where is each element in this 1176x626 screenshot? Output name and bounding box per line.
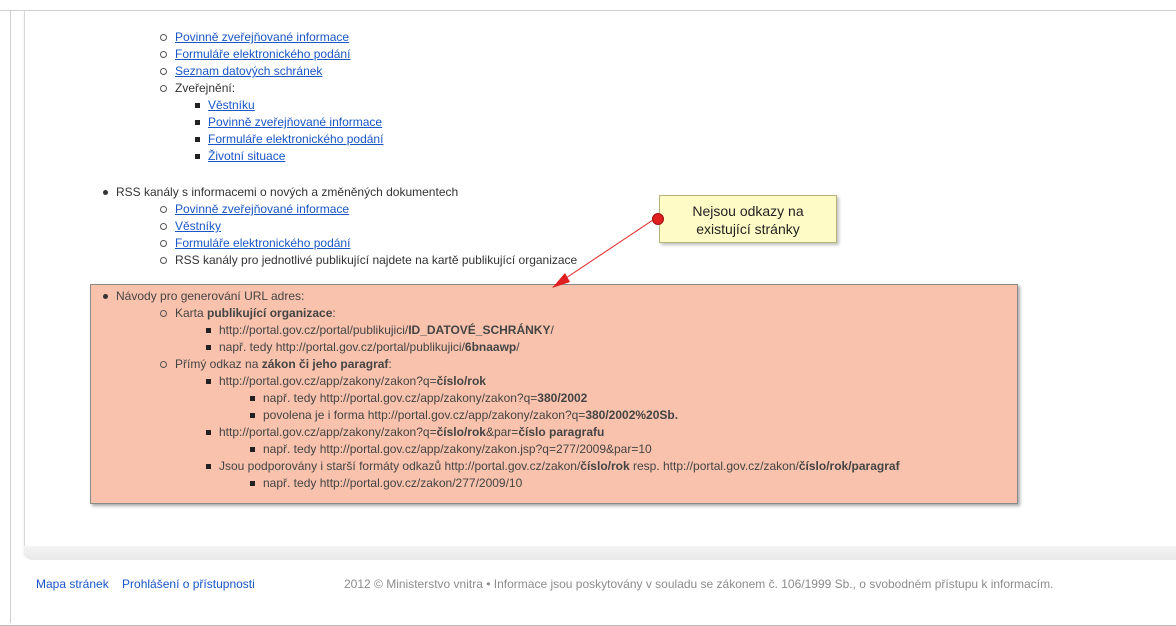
list-item: http://portal.gov.cz/app/zakony/zakon?q=…	[203, 373, 900, 424]
callout-dot	[652, 213, 664, 225]
level2-list: Povinně zveřejňované informace Formuláře…	[159, 29, 383, 165]
callout-line1: Nejsou odkazy na	[692, 203, 804, 219]
list-item: RSS kanály s informacemi o nových a změn…	[100, 184, 577, 269]
list-item: Formuláře elektronického podání	[159, 46, 383, 63]
list-item: Věstníku	[192, 97, 383, 114]
footer-links: Mapa stránek Prohlášení o přístupnosti	[36, 577, 265, 591]
list-item: Věstníky	[159, 218, 577, 235]
list-item: povolena je i forma http://portal.gov.cz…	[247, 407, 900, 424]
card-label: Karta publikující organizace:	[175, 306, 336, 320]
link-zivotni-situace[interactable]: Životní situace	[208, 149, 285, 163]
published-label: Zveřejnění:	[175, 81, 236, 95]
law-url1: http://portal.gov.cz/app/zakony/zakon?q=…	[219, 374, 486, 388]
rss-heading: RSS kanály s informacemi o nových a změn…	[116, 185, 459, 199]
list-item: Jsou podporovány i starší formáty odkazů…	[203, 458, 900, 492]
link-seznam-schranek[interactable]: Seznam datových schránek	[175, 64, 322, 78]
law-url2: http://portal.gov.cz/app/zakony/zakon?q=…	[219, 425, 605, 439]
window-left-edge	[10, 11, 11, 623]
rss-link-formulare[interactable]: Formuláře elektronického podání	[175, 236, 350, 250]
link-formulare-2[interactable]: Formuláře elektronického podání	[208, 132, 383, 146]
law-url1-examples: např. tedy http://portal.gov.cz/app/zako…	[247, 390, 900, 424]
law-old-formats: Jsou podporovány i starší formáty odkazů…	[219, 459, 900, 473]
list-item: http://portal.gov.cz/portal/publikujici/…	[203, 322, 900, 339]
link-vestniku[interactable]: Věstníku	[208, 98, 255, 112]
link-povinne-informace[interactable]: Povinně zveřejňované informace	[175, 30, 349, 44]
list-item: např. tedy http://portal.gov.cz/app/zako…	[247, 390, 900, 407]
law-old-examples: např. tedy http://portal.gov.cz/zakon/27…	[247, 475, 900, 492]
rss-list: RSS kanály s informacemi o nových a změn…	[100, 184, 577, 269]
window-top-edge	[0, 0, 1176, 11]
rss-link-povinne[interactable]: Povinně zveřejňované informace	[175, 202, 349, 216]
law-url2-examples: např. tedy http://portal.gov.cz/app/zako…	[247, 441, 900, 458]
list-item: např. tedy http://portal.gov.cz/app/zako…	[247, 441, 900, 458]
list-item: Přímý odkaz na zákon či jeho paragraf: h…	[159, 356, 900, 492]
list-item: RSS kanály pro jednotlivé publikující na…	[159, 252, 577, 269]
rss-section: RSS kanály s informacemi o nových a změn…	[100, 184, 577, 269]
card-example: např. tedy http://portal.gov.cz/portal/p…	[219, 340, 520, 354]
rss-sublist: Povinně zveřejňované informace Věstníky …	[159, 201, 577, 269]
card-url: http://portal.gov.cz/portal/publikujici/…	[219, 323, 554, 337]
callout-line2: existující stránky	[696, 221, 800, 237]
link-povinne-informace-2[interactable]: Povinně zveřejňované informace	[208, 115, 382, 129]
level3-list: Věstníku Povinně zveřejňované informace …	[192, 97, 383, 165]
card-sublist: http://portal.gov.cz/portal/publikujici/…	[203, 322, 900, 356]
link-formulare[interactable]: Formuláře elektronického podání	[175, 47, 350, 61]
list-item: Povinně zveřejňované informace	[192, 114, 383, 131]
footer-copyright: 2012 © Ministerstvo vnitra • Informace j…	[344, 577, 1054, 591]
law-label: Přímý odkaz na zákon či jeho paragraf:	[175, 357, 392, 371]
list-item: Formuláře elektronického podání	[159, 235, 577, 252]
list-item: Karta publikující organizace: http://por…	[159, 305, 900, 356]
guide-list: Návody pro generování URL adres: Karta p…	[100, 288, 900, 492]
footer-accessibility-link[interactable]: Prohlášení o přístupnosti	[122, 577, 255, 591]
list-item: Povinně zveřejňované informace	[159, 29, 383, 46]
guide-sublist: Karta publikující organizace: http://por…	[159, 305, 900, 492]
url-guide-section: Návody pro generování URL adres: Karta p…	[100, 288, 900, 492]
content-panel-bottom	[24, 546, 1176, 560]
list-item: Návody pro generování URL adres: Karta p…	[100, 288, 900, 492]
footer-sitemap-link[interactable]: Mapa stránek	[36, 577, 109, 591]
list-item: např. tedy http://portal.gov.cz/portal/p…	[203, 339, 900, 356]
law-sublist: http://portal.gov.cz/app/zakony/zakon?q=…	[203, 373, 900, 492]
guide-heading: Návody pro generování URL adres:	[116, 289, 305, 303]
sitemap-list-continued: Povinně zveřejňované informace Formuláře…	[159, 29, 383, 165]
list-item: Životní situace	[192, 148, 383, 165]
rss-link-vestniky[interactable]: Věstníky	[175, 219, 221, 233]
list-item: např. tedy http://portal.gov.cz/zakon/27…	[247, 475, 900, 492]
list-item: http://portal.gov.cz/app/zakony/zakon?q=…	[203, 424, 900, 458]
list-item: Zveřejnění: Věstníku Povinně zveřejňovan…	[159, 80, 383, 165]
list-item: Seznam datových schránek	[159, 63, 383, 80]
annotation-callout: Nejsou odkazy na existující stránky	[659, 195, 837, 243]
rss-note: RSS kanály pro jednotlivé publikující na…	[175, 253, 578, 267]
list-item: Povinně zveřejňované informace	[159, 201, 577, 218]
list-item: Formuláře elektronického podání	[192, 131, 383, 148]
